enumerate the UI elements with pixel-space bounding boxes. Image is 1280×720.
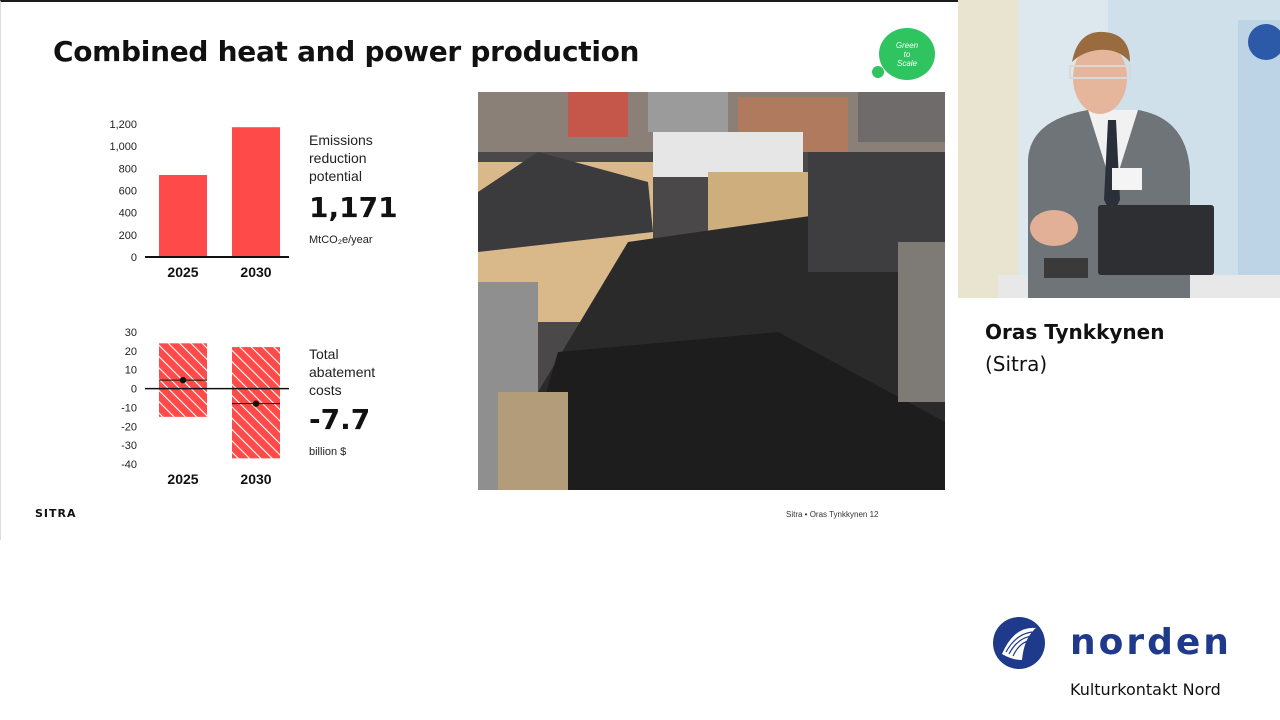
bar [232,127,280,257]
y-tick-label: 400 [119,208,137,220]
x-tick-label: 2030 [240,264,271,280]
badge-line-1: Green [895,40,919,50]
emissions-unit: MtCO₂e/year [309,234,373,246]
norden-swan-logo-icon [993,617,1045,669]
emissions-bar-chart: 0 200 400 600 800 1,000 1,200 2025 2030 [109,119,289,280]
y-tick-label: 1,000 [109,141,137,153]
data-point [179,376,187,384]
y-tick-label: 800 [119,163,137,175]
speaker-video-feed [958,0,1280,298]
speaker-organization: (Sitra) [985,352,1048,376]
costs-label-line-2: abatement [309,364,376,380]
y-tick-label: 30 [125,327,137,339]
emissions-label-line-1: Emissions [309,132,373,148]
green-to-scale-badge: Green to Scale [872,28,935,80]
costs-label-line-3: costs [309,382,342,398]
slide-title: Combined heat and power production [53,35,640,68]
emissions-label: Emissions reduction potential [309,131,373,185]
data-point [252,400,260,407]
y-tick-label: -30 [121,440,137,452]
abatement-cost-chart: -40-30-20-1001020302025 2030 [121,327,289,487]
emissions-label-line-2: reduction [309,150,367,166]
y-tick-label: 0 [131,252,137,264]
badge-line-2: to [903,49,911,59]
slide-footer-note: Sitra • Oras Tynkkynen 12 [786,510,879,519]
bar [159,174,207,257]
norden-wordmark: norden [1070,622,1232,663]
emissions-value: 1,171 [309,191,398,224]
badge-tail [872,66,884,78]
y-tick-label: 1,200 [109,119,137,131]
y-tick-label: 0 [131,384,137,396]
costs-label: Total abatement costs [309,345,375,399]
y-tick-label: 200 [119,230,137,242]
x-tick-label: 2030 [240,471,271,487]
y-tick-label: -40 [121,459,137,471]
y-tick-label: 20 [125,346,137,358]
emissions-label-line-3: potential [309,168,362,184]
x-tick-label: 2025 [167,264,198,280]
y-tick-label: 10 [125,365,137,377]
costs-unit: billion $ [309,446,347,458]
norden-subtitle: Kulturkontakt Nord [1070,680,1221,699]
costs-value: -7.7 [309,403,371,436]
y-tick-label: -10 [121,402,137,414]
presentation-slide: Combined heat and power production Green… [0,0,958,540]
y-tick-label: -20 [121,421,137,433]
sitra-logo: SITRA [35,507,77,520]
costs-label-line-1: Total [309,346,339,362]
y-tick-label: 600 [119,186,137,198]
badge-line-3: Scale [896,58,917,68]
city-rooftops-photo [478,92,945,490]
speaker-name: Oras Tynkkynen [985,320,1165,344]
x-tick-label: 2025 [167,471,198,487]
